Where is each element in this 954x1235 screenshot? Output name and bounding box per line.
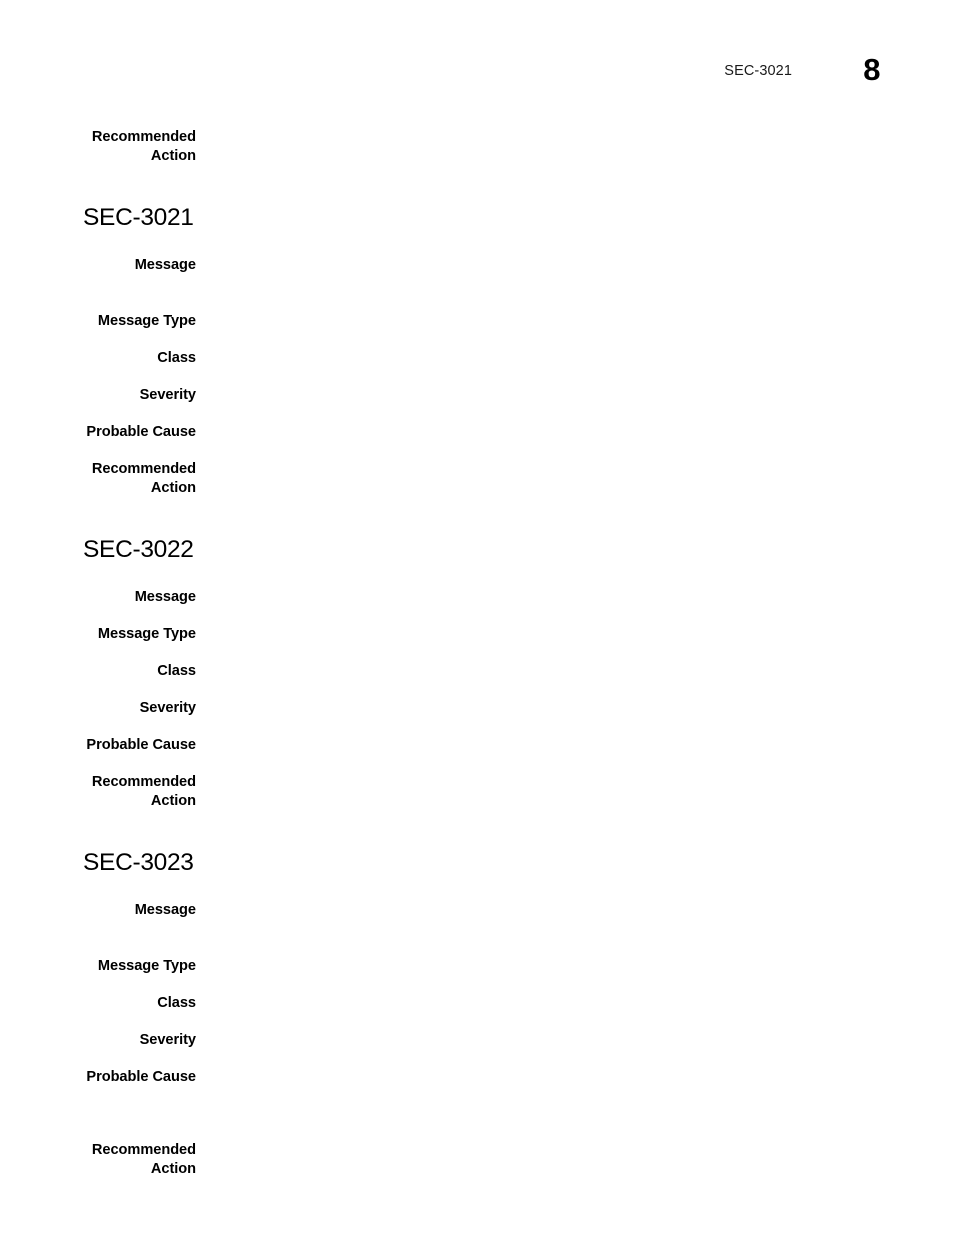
field-label-class: Class [157,350,196,366]
field-row-message-type: Message Type [0,625,954,644]
field-row-recommended-action: Recommended Action [0,460,954,498]
field-label-line-2: Action [150,793,196,809]
header-section-reference: SEC-3021 [724,63,792,79]
field-label-message: Message [134,902,196,918]
field-row-recommended-action: Recommended Action [0,1141,954,1179]
page-header: SEC-3021 8 [0,52,954,100]
field-row-probable-cause: Probable Cause [0,1068,954,1087]
page-number: 8 [863,52,880,87]
field-label-probable-cause: Probable Cause [86,424,196,440]
field-label-probable-cause: Probable Cause [86,737,196,753]
field-row-class: Class [0,994,954,1013]
field-label-line-2: Action [150,148,196,164]
section-heading-sec-3021: SEC-3021 [83,204,194,231]
field-label-severity: Severity [139,387,196,403]
field-label-recommended-action: Recommended Action [0,128,196,166]
field-label-message-type: Message Type [97,626,196,642]
field-label-recommended-action: Recommended Action [0,1141,196,1179]
section-heading-sec-3022: SEC-3022 [83,536,194,563]
field-label-class: Class [157,663,196,679]
field-row-message: Message [0,256,954,275]
field-row-probable-cause: Probable Cause [0,423,954,442]
field-label-probable-cause: Probable Cause [86,1069,196,1085]
field-row-message-type: Message Type [0,312,954,331]
page-content: Recommended Action SEC-3021 Message Mess… [0,128,954,1179]
field-label-message-type: Message Type [97,313,196,329]
continued-field-row: Recommended Action [0,128,954,166]
field-label-recommended-action: Recommended Action [0,773,196,811]
field-row-message: Message [0,588,954,607]
section-heading-sec-3023: SEC-3023 [83,849,194,876]
field-row-severity: Severity [0,699,954,718]
field-label-line-2: Action [150,1161,196,1177]
field-label-recommended-action: Recommended Action [0,460,196,498]
field-row-message: Message [0,901,954,920]
field-row-class: Class [0,349,954,368]
field-label-severity: Severity [139,700,196,716]
field-label-line-1: Recommended [91,461,196,477]
field-label-line-2: Action [150,480,196,496]
field-row-severity: Severity [0,386,954,405]
field-row-message-type: Message Type [0,957,954,976]
field-label-message: Message [134,589,196,605]
field-label-severity: Severity [139,1032,196,1048]
field-label-line-1: Recommended [91,774,196,790]
field-label-message: Message [134,257,196,273]
field-row-class: Class [0,662,954,681]
field-row-probable-cause: Probable Cause [0,736,954,755]
field-label-line-1: Recommended [91,129,196,145]
field-row-recommended-action: Recommended Action [0,773,954,811]
document-page: SEC-3021 8 Recommended Action SEC-3021 M… [0,0,954,1235]
field-label-line-1: Recommended [91,1142,196,1158]
field-label-class: Class [157,995,196,1011]
field-row-severity: Severity [0,1031,954,1050]
field-label-message-type: Message Type [97,958,196,974]
